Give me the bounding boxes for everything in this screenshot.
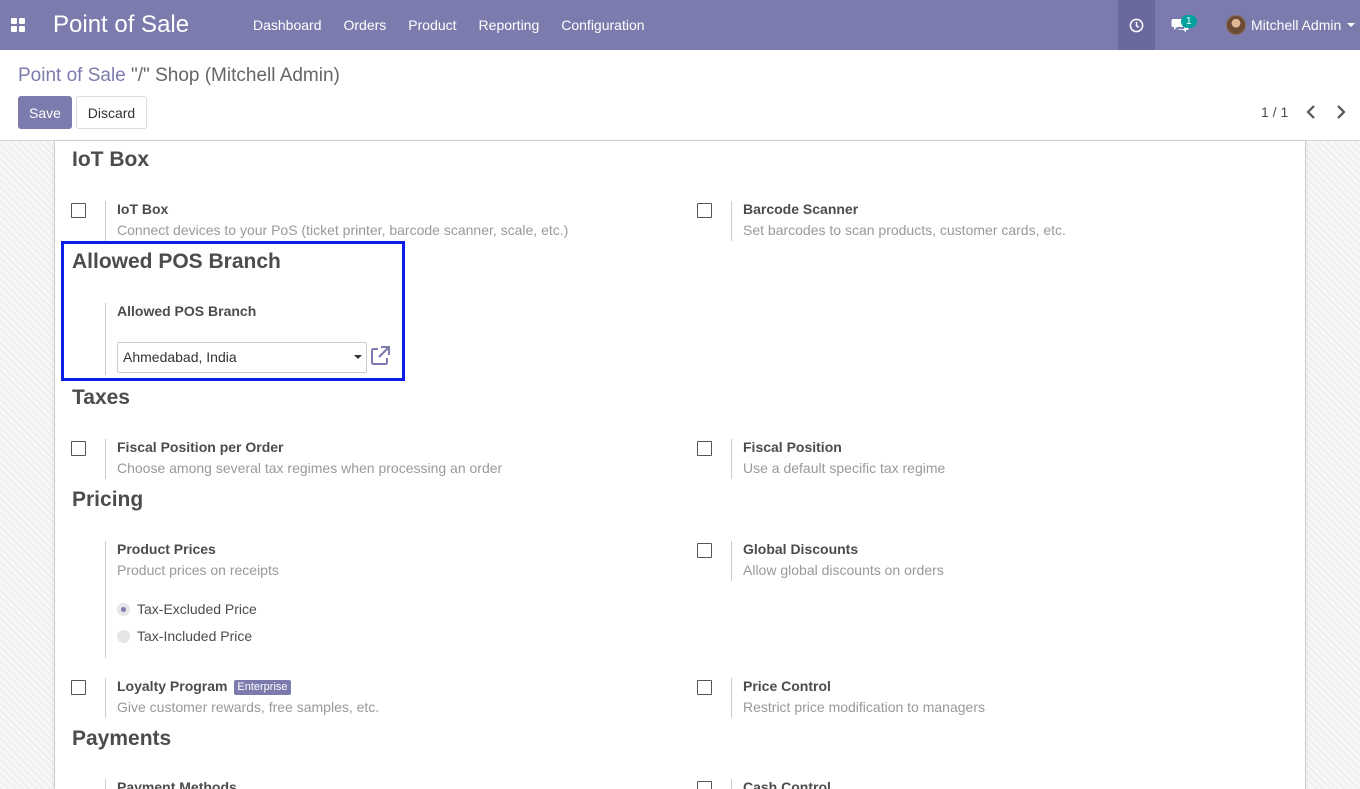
global-discounts-checkbox[interactable]: [697, 543, 712, 558]
setting-allowed-pos-branch: Allowed POS Branch Ahmedabad, India: [71, 303, 401, 375]
setting-description: Choose among several tax regimes when pr…: [117, 460, 503, 476]
divider: [731, 439, 732, 479]
menu-orders[interactable]: Orders: [333, 0, 398, 50]
top-navbar: Point of Sale Dashboard Orders Product R…: [0, 0, 1360, 50]
section-title-taxes: Taxes: [72, 386, 130, 409]
setting-product-prices: Product Prices Product prices on receipt…: [71, 541, 631, 658]
setting-label: Fiscal Position per Order: [117, 439, 284, 455]
setting-price-control: Price Control Restrict price modificatio…: [697, 678, 1257, 718]
pager-previous-icon[interactable]: [1302, 102, 1320, 122]
cash-control-checkbox[interactable]: [697, 781, 712, 789]
caret-down-icon: [354, 355, 362, 359]
divider: [731, 201, 732, 241]
breadcrumb: Point of Sale "/" Shop (Mitchell Admin): [18, 65, 340, 87]
divider: [105, 303, 106, 375]
setting-description: Restrict price modification to managers: [743, 699, 985, 715]
setting-payment-methods: Payment Methods: [71, 779, 631, 789]
branch-select-value: Ahmedabad, India: [123, 349, 237, 365]
app-brand[interactable]: Point of Sale: [53, 11, 189, 39]
setting-label: Product Prices: [117, 541, 216, 557]
setting-label: Global Discounts: [743, 541, 859, 557]
setting-label: IoT Box: [117, 201, 169, 217]
section-title-iot: IoT Box: [72, 148, 149, 171]
user-name: Mitchell Admin: [1251, 17, 1342, 33]
radio-tax-excluded[interactable]: Tax-Excluded Price: [117, 601, 257, 617]
messages-count-badge: 1: [1181, 15, 1197, 28]
apps-menu-icon[interactable]: [0, 0, 36, 50]
iot-box-checkbox[interactable]: [71, 203, 86, 218]
menu-dashboard[interactable]: Dashboard: [242, 0, 333, 50]
fiscal-position-per-order-checkbox[interactable]: [71, 441, 86, 456]
menu-configuration[interactable]: Configuration: [550, 0, 655, 50]
setting-fiscal-position-per-order: Fiscal Position per Order Choose among s…: [71, 439, 631, 479]
main-menu: Dashboard Orders Product Reporting Confi…: [242, 0, 656, 50]
setting-label: Price Control: [743, 678, 831, 694]
price-control-checkbox[interactable]: [697, 680, 712, 695]
setting-fiscal-position: Fiscal Position Use a default specific t…: [697, 439, 1257, 479]
setting-description: Set barcodes to scan products, customer …: [743, 222, 1066, 238]
divider: [105, 201, 106, 241]
setting-cash-control: Cash Control: [697, 779, 1257, 789]
breadcrumb-current: "/" Shop (Mitchell Admin): [131, 65, 340, 86]
enterprise-badge: Enterprise: [234, 680, 291, 695]
menu-reporting[interactable]: Reporting: [468, 0, 551, 50]
setting-label: Loyalty Program Enterprise: [117, 678, 291, 695]
divider: [105, 439, 106, 479]
barcode-scanner-checkbox[interactable]: [697, 203, 712, 218]
user-menu[interactable]: Mitchell Admin: [1222, 0, 1356, 50]
setting-label-text: Loyalty Program: [117, 678, 228, 694]
setting-label: Payment Methods: [117, 779, 237, 789]
radio-unchecked-icon[interactable]: [117, 629, 130, 643]
radio-label: Tax-Included Price: [137, 628, 253, 644]
messages-icon[interactable]: 1: [1155, 0, 1205, 50]
loyalty-program-checkbox[interactable]: [71, 680, 86, 695]
divider: [731, 541, 732, 581]
pager-value[interactable]: 1 / 1: [1261, 104, 1288, 120]
divider: [105, 541, 106, 658]
setting-description: Connect devices to your PoS (ticket prin…: [117, 222, 569, 238]
menu-product[interactable]: Product: [397, 0, 467, 50]
setting-description: Use a default specific tax regime: [743, 460, 946, 476]
setting-description: Product prices on receipts: [117, 562, 279, 578]
setting-loyalty-program: Loyalty Program Enterprise Give customer…: [71, 678, 631, 718]
setting-label: Allowed POS Branch: [117, 303, 257, 319]
setting-barcode-scanner: Barcode Scanner Set barcodes to scan pro…: [697, 201, 1257, 241]
section-title-pricing: Pricing: [72, 488, 144, 511]
divider: [105, 779, 106, 789]
avatar: [1226, 15, 1246, 35]
branch-select[interactable]: Ahmedabad, India: [117, 342, 367, 373]
fiscal-position-checkbox[interactable]: [697, 441, 712, 456]
divider: [105, 678, 106, 718]
radio-label: Tax-Excluded Price: [137, 601, 257, 617]
external-link-icon[interactable]: [369, 345, 391, 367]
control-panel: Point of Sale "/" Shop (Mitchell Admin) …: [0, 50, 1360, 141]
divider: [731, 678, 732, 718]
chevron-down-icon: [1347, 23, 1356, 27]
setting-global-discounts: Global Discounts Allow global discounts …: [697, 541, 1257, 581]
breadcrumb-link[interactable]: Point of Sale: [18, 65, 126, 86]
setting-description: Allow global discounts on orders: [743, 562, 944, 578]
setting-label: Fiscal Position: [743, 439, 842, 455]
discard-button[interactable]: Discard: [76, 96, 147, 129]
setting-iot-box: IoT Box Connect devices to your PoS (tic…: [71, 201, 631, 241]
setting-label: Barcode Scanner: [743, 201, 859, 217]
section-title-branch: Allowed POS Branch: [72, 250, 281, 273]
section-title-payments: Payments: [72, 727, 172, 750]
divider: [731, 779, 732, 789]
setting-label: Cash Control: [743, 779, 831, 789]
radio-tax-included[interactable]: Tax-Included Price: [117, 628, 252, 644]
setting-description: Give customer rewards, free samples, etc…: [117, 699, 380, 715]
save-button[interactable]: Save: [18, 96, 72, 129]
radio-checked-icon[interactable]: [117, 602, 130, 616]
pager-next-icon[interactable]: [1332, 102, 1350, 122]
activity-clock-icon[interactable]: [1118, 0, 1155, 50]
